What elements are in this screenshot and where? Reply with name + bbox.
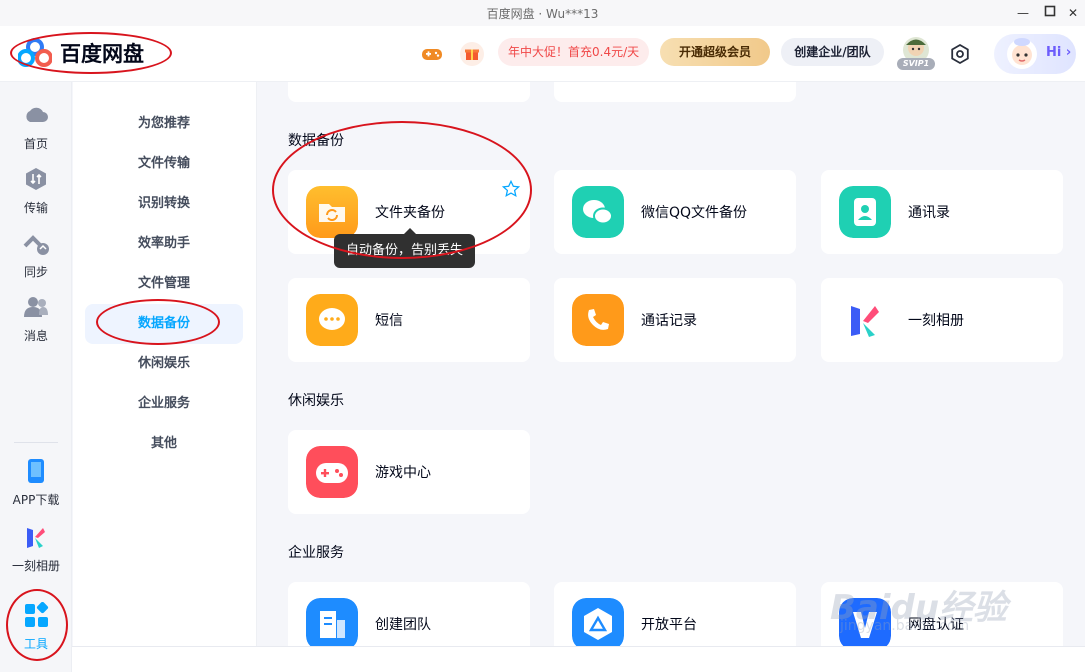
section-title-backup: 数据备份 bbox=[288, 133, 344, 149]
album-icon bbox=[27, 528, 45, 548]
card-label: 通讯录 bbox=[908, 205, 950, 221]
game-center-icon bbox=[306, 446, 358, 498]
category-recognition[interactable]: 识别转换 bbox=[85, 184, 243, 224]
card-label: 创建团队 bbox=[375, 617, 431, 633]
create-team-button[interactable]: 创建企业/团队 bbox=[781, 38, 884, 66]
card-label: 通话记录 bbox=[641, 313, 697, 329]
card-call-log[interactable]: 通话记录 bbox=[554, 278, 796, 362]
avatar[interactable]: SVIP1 bbox=[896, 36, 936, 72]
folder-backup-icon bbox=[306, 186, 358, 238]
rail-divider bbox=[14, 442, 58, 443]
building-icon bbox=[306, 598, 358, 650]
category-other[interactable]: 其他 bbox=[85, 424, 243, 464]
baidu-netdisk-logo-icon bbox=[18, 38, 52, 67]
card-label: 微信QQ文件备份 bbox=[641, 205, 748, 221]
rail-item-label: 消息 bbox=[23, 329, 48, 343]
maximize-icon[interactable] bbox=[1041, 4, 1059, 22]
app-logo[interactable]: 百度网盘 bbox=[18, 38, 144, 68]
card-wechat-qq-backup[interactable]: 微信QQ文件备份 bbox=[554, 170, 796, 254]
left-nav-rail: 首页 传输 同步 消息 APP下载 一刻相册 工具 bbox=[0, 82, 72, 672]
category-file-management[interactable]: 文件管理 bbox=[85, 264, 243, 304]
card-sms[interactable]: 短信 bbox=[288, 278, 530, 362]
contacts-icon bbox=[839, 186, 891, 238]
rail-item-label: APP下载 bbox=[12, 493, 60, 507]
cloud-icon bbox=[26, 107, 48, 122]
svip-badge: SVIP1 bbox=[897, 58, 935, 70]
settings-gear-icon[interactable] bbox=[948, 42, 972, 66]
card-label: 开放平台 bbox=[641, 617, 697, 633]
logo-text: 百度网盘 bbox=[60, 42, 144, 66]
hi-label: Hi › bbox=[1046, 45, 1072, 60]
rail-item-tools[interactable]: 工具 bbox=[0, 601, 72, 652]
rail-item-label: 同步 bbox=[23, 265, 48, 279]
tooltip-folder-backup: 自动备份，告别丢失 bbox=[334, 228, 476, 268]
card-label: 一刻相册 bbox=[908, 313, 964, 329]
card-partial[interactable] bbox=[288, 82, 530, 102]
tools-icon bbox=[25, 601, 49, 627]
bottom-bar bbox=[72, 646, 1085, 672]
rail-item-label: 工具 bbox=[23, 637, 48, 651]
phone-icon bbox=[28, 459, 44, 483]
category-leisure[interactable]: 休闲娱乐 bbox=[85, 344, 243, 384]
sms-icon bbox=[306, 294, 358, 346]
card-label: 文件夹备份 bbox=[375, 205, 445, 221]
category-data-backup[interactable]: 数据备份 bbox=[85, 304, 243, 344]
rail-item-label: 首页 bbox=[23, 137, 48, 151]
rail-item-home[interactable]: 首页 bbox=[0, 102, 72, 152]
wechat-qq-icon bbox=[572, 186, 624, 238]
watermark: Baidu经验 jingyan.baidu.com bbox=[830, 580, 1070, 640]
rail-item-sync[interactable]: 同步 bbox=[0, 230, 72, 280]
category-file-transfer[interactable]: 文件传输 bbox=[85, 144, 243, 184]
minimize-icon[interactable]: — bbox=[1014, 4, 1032, 22]
category-list: 为您推荐 文件传输 识别转换 效率助手 文件管理 数据备份 休闲娱乐 企业服务 … bbox=[73, 82, 257, 672]
app-header: 百度网盘 年中大促！首充0.4元/天 开通超级会员 创建企业/团队 SVIP1 bbox=[0, 26, 1085, 82]
card-one-moment-album[interactable]: 一刻相册 bbox=[821, 278, 1063, 362]
open-svip-button[interactable]: 开通超级会员 bbox=[660, 38, 770, 66]
section-title-leisure: 休闲娱乐 bbox=[288, 393, 344, 409]
card-label: 游戏中心 bbox=[375, 465, 431, 481]
assistant-mascot-icon bbox=[1007, 38, 1037, 69]
gift-icon[interactable] bbox=[460, 42, 484, 66]
title-bar: 百度网盘 · Wu***13 — ✕ bbox=[0, 0, 1085, 26]
message-icon bbox=[24, 297, 48, 317]
section-title-enterprise: 企业服务 bbox=[288, 545, 344, 561]
rail-item-label: 传输 bbox=[23, 201, 48, 215]
promo-banner[interactable]: 年中大促！首充0.4元/天 bbox=[498, 38, 650, 66]
album-icon bbox=[851, 306, 879, 337]
window-title: 百度网盘 · Wu***13 bbox=[486, 7, 599, 21]
transfer-icon bbox=[26, 168, 46, 190]
rail-item-label: 一刻相册 bbox=[11, 559, 60, 573]
watermark-sub: jingyan.baidu.com bbox=[840, 618, 970, 634]
phone-call-icon bbox=[572, 294, 624, 346]
card-label: 短信 bbox=[375, 313, 403, 329]
card-partial[interactable] bbox=[554, 82, 796, 102]
rail-item-album[interactable]: 一刻相册 bbox=[0, 524, 72, 574]
card-contacts[interactable]: 通讯录 bbox=[821, 170, 1063, 254]
assistant-hi-button[interactable]: Hi › bbox=[994, 34, 1076, 74]
category-efficiency[interactable]: 效率助手 bbox=[85, 224, 243, 264]
category-enterprise[interactable]: 企业服务 bbox=[85, 384, 243, 424]
sync-icon bbox=[23, 235, 49, 255]
close-icon[interactable]: ✕ bbox=[1064, 4, 1082, 22]
rail-item-messages[interactable]: 消息 bbox=[0, 294, 72, 344]
category-recommend[interactable]: 为您推荐 bbox=[85, 104, 243, 144]
card-game-center[interactable]: 游戏中心 bbox=[288, 430, 530, 514]
rail-item-transfer[interactable]: 传输 bbox=[0, 166, 72, 216]
open-platform-icon bbox=[572, 598, 624, 650]
star-icon[interactable] bbox=[502, 180, 520, 198]
rail-item-app-download[interactable]: APP下载 bbox=[0, 458, 72, 508]
game-controller-icon[interactable] bbox=[420, 42, 444, 66]
